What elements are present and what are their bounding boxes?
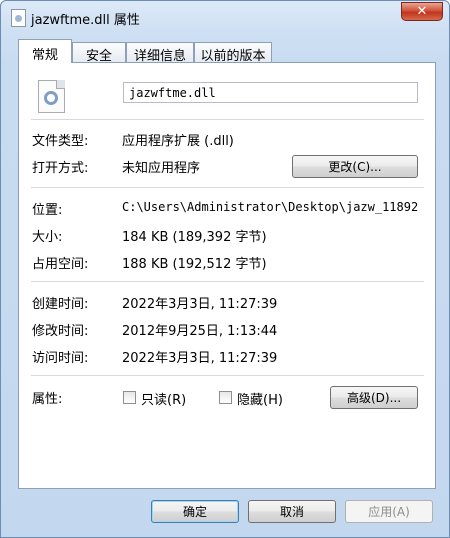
dll-file-icon xyxy=(11,9,26,27)
created-value: 2022年3月3日, 11:27:39 xyxy=(122,297,278,312)
divider xyxy=(31,119,424,120)
opens-with-label: 打开方式: xyxy=(32,161,89,176)
dll-file-icon xyxy=(38,80,65,113)
file-type-value: 应用程序扩展 (.dll) xyxy=(122,134,234,149)
cancel-button[interactable]: 取消 xyxy=(248,500,336,523)
hidden-checkbox[interactable] xyxy=(219,391,232,404)
modified-value: 2012年9月25日, 1:13:44 xyxy=(122,324,278,339)
file-name-field[interactable]: jazwftme.dll xyxy=(123,82,418,103)
size-label: 大小: xyxy=(32,230,63,245)
gear-icon xyxy=(44,91,58,105)
location-label: 位置: xyxy=(32,203,63,218)
advanced-button[interactable]: 高级(D)... xyxy=(330,386,418,409)
disk-size-value: 188 KB (192,512 字节) xyxy=(122,257,267,272)
apply-button[interactable]: 应用(A) xyxy=(345,500,433,523)
divider xyxy=(31,281,424,282)
tab-details[interactable]: 详细信息 xyxy=(126,42,194,64)
created-label: 创建时间: xyxy=(32,297,89,312)
size-value: 184 KB (189,392 字节) xyxy=(122,230,267,245)
readonly-label[interactable]: 只读(R) xyxy=(141,389,186,408)
hidden-label[interactable]: 隐藏(H) xyxy=(237,389,283,408)
general-tab-panel: jazwftme.dll 文件类型: 应用程序扩展 (.dll) 打开方式: 未… xyxy=(18,62,436,489)
title-bar[interactable]: jazwftme.dll 属性 ✕ xyxy=(1,1,449,33)
attributes-label: 属性: xyxy=(32,392,63,407)
change-button[interactable]: 更改(C)... xyxy=(292,155,418,178)
modified-label: 修改时间: xyxy=(32,324,89,339)
tab-general[interactable]: 常规 xyxy=(18,39,72,63)
opens-with-value: 未知应用程序 xyxy=(122,161,201,176)
tab-security[interactable]: 安全 xyxy=(72,42,126,64)
tab-previous-versions[interactable]: 以前的版本 xyxy=(194,42,272,64)
readonly-checkbox[interactable] xyxy=(123,391,136,404)
close-button[interactable]: ✕ xyxy=(401,2,443,21)
accessed-value: 2022年3月3日, 11:27:39 xyxy=(122,351,278,366)
properties-window: jazwftme.dll 属性 ✕ 常规 安全 详细信息 以前的版本 jazwf… xyxy=(0,0,450,538)
location-value: C:\Users\Administrator\Desktop\jazw_1189… xyxy=(122,200,419,214)
window-title: jazwftme.dll 属性 xyxy=(31,13,140,28)
divider xyxy=(31,375,424,376)
file-type-label: 文件类型: xyxy=(32,134,89,149)
disk-size-label: 占用空间: xyxy=(32,257,89,272)
accessed-label: 访问时间: xyxy=(32,351,89,366)
divider xyxy=(31,187,424,188)
ok-button[interactable]: 确定 xyxy=(151,500,239,523)
